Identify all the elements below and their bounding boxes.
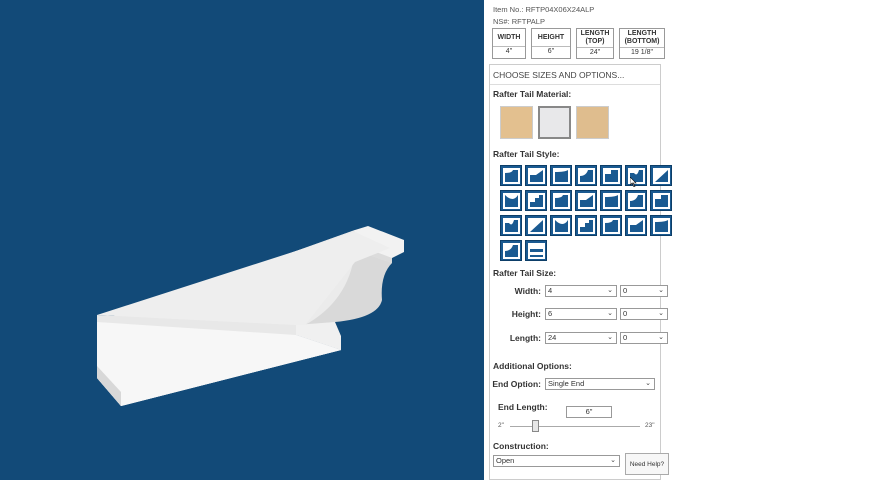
style-row	[500, 240, 672, 261]
options-header: CHOOSE SIZES AND OPTIONS...	[490, 65, 660, 85]
slider-min-label: 2"	[498, 422, 504, 429]
material-title: Rafter Tail Material:	[493, 89, 572, 99]
item-number: Item No.: RFTP04X06X24ALP	[493, 5, 595, 14]
rafter-profile-icon	[627, 217, 645, 234]
style-title: Rafter Tail Style:	[493, 149, 560, 159]
slider-max-label: 23"	[645, 422, 655, 429]
rafter-style-button[interactable]	[600, 190, 622, 211]
rafter-profile-icon	[502, 192, 520, 209]
rafter-profile-icon	[652, 167, 670, 184]
rafter-profile-icon	[602, 217, 620, 234]
rafter-profile-icon	[527, 242, 545, 259]
configuration-panel: Item No.: RFTP04X06X24ALP NS#: RFTPALP W…	[484, 0, 880, 480]
3d-preview-viewport[interactable]	[0, 0, 484, 480]
mouse-cursor-icon	[630, 177, 637, 187]
rafter-style-button[interactable]	[650, 215, 672, 236]
slider-track[interactable]	[510, 426, 640, 427]
chevron-down-icon: ⌄	[607, 310, 613, 317]
dim-length-top: LENGTH (TOP) 24"	[576, 28, 614, 59]
rafter-profile-icon	[577, 167, 595, 184]
additional-title: Additional Options:	[493, 361, 572, 371]
height-select[interactable]: 6 ⌄	[545, 308, 617, 320]
rafter-profile-icon	[527, 192, 545, 209]
material-swatch-light-tan[interactable]	[576, 106, 609, 139]
style-row	[500, 215, 672, 236]
rafter-profile-icon	[627, 192, 645, 209]
length-fraction-select[interactable]: 0 ⌄	[620, 332, 668, 344]
height-fraction-select[interactable]: 0 ⌄	[620, 308, 668, 320]
rafter-style-button[interactable]	[500, 240, 522, 261]
rafter-style-button[interactable]	[525, 190, 547, 211]
rafter-style-button[interactable]	[650, 190, 672, 211]
dim-length-bottom: LENGTH (BOTTOM) 19 1/8"	[619, 28, 665, 59]
chevron-down-icon: ⌄	[607, 287, 613, 294]
rafter-profile-icon	[577, 217, 595, 234]
chevron-down-icon: ⌄	[658, 334, 664, 341]
rafter-style-button[interactable]	[550, 165, 572, 186]
rafter-style-button[interactable]	[600, 215, 622, 236]
rafter-style-button[interactable]	[525, 165, 547, 186]
rafter-profile-icon	[502, 242, 520, 259]
style-row	[500, 165, 672, 186]
dimension-summary: WIDTH 4" HEIGHT 6" LENGTH (TOP) 24" LENG…	[492, 28, 665, 59]
chevron-down-icon: ⌄	[607, 334, 613, 341]
rafter-profile-icon	[602, 167, 620, 184]
construction-select[interactable]: Open ⌄	[493, 455, 620, 467]
construction-title: Construction:	[493, 441, 549, 451]
rafter-tail-3d-model	[97, 226, 404, 406]
width-select[interactable]: 4 ⌄	[545, 285, 617, 297]
rafter-profile-icon	[552, 192, 570, 209]
width-fraction-select[interactable]: 0 ⌄	[620, 285, 668, 297]
length-select[interactable]: 24 ⌄	[545, 332, 617, 344]
rafter-profile-icon	[552, 217, 570, 234]
rafter-style-button[interactable]	[500, 165, 522, 186]
size-title: Rafter Tail Size:	[493, 268, 557, 278]
end-length-label: End Length:	[498, 402, 548, 412]
material-swatch-white[interactable]	[538, 106, 571, 139]
rafter-profile-icon	[527, 167, 545, 184]
dim-width: WIDTH 4"	[492, 28, 526, 59]
material-swatches	[500, 106, 609, 139]
need-help-button[interactable]: Need Help?	[625, 453, 669, 475]
chevron-down-icon: ⌄	[645, 380, 651, 387]
rafter-profile-icon	[602, 192, 620, 209]
rafter-style-button[interactable]	[625, 190, 647, 211]
rafter-profile-icon	[652, 217, 670, 234]
end-option-select[interactable]: Single End ⌄	[545, 378, 655, 390]
chevron-down-icon: ⌄	[610, 457, 616, 464]
chevron-down-icon: ⌄	[658, 310, 664, 317]
dim-height: HEIGHT 6"	[531, 28, 571, 59]
rafter-profile-icon	[552, 167, 570, 184]
rafter-profile-icon	[502, 167, 520, 184]
rafter-profile-icon	[577, 192, 595, 209]
end-length-value[interactable]: 6"	[566, 406, 612, 418]
rafter-style-button[interactable]	[625, 215, 647, 236]
style-grid	[500, 165, 672, 265]
rafter-style-button[interactable]	[500, 190, 522, 211]
rafter-style-button[interactable]	[525, 215, 547, 236]
chevron-down-icon: ⌄	[658, 287, 664, 294]
rafter-style-button[interactable]	[550, 190, 572, 211]
rafter-style-button[interactable]	[575, 165, 597, 186]
slider-thumb[interactable]	[531, 420, 539, 432]
ns-number: NS#: RFTPALP	[493, 17, 545, 26]
material-swatch-tan[interactable]	[500, 106, 533, 139]
rafter-style-button[interactable]	[500, 215, 522, 236]
rafter-style-button[interactable]	[525, 240, 547, 261]
style-row	[500, 190, 672, 211]
rafter-style-button[interactable]	[600, 165, 622, 186]
rafter-profile-icon	[502, 217, 520, 234]
rafter-style-button[interactable]	[550, 215, 572, 236]
rafter-profile-icon	[527, 217, 545, 234]
rafter-style-button[interactable]	[575, 190, 597, 211]
end-length-slider[interactable]: 2" 23"	[495, 419, 660, 433]
rafter-profile-icon	[652, 192, 670, 209]
size-row-length: Length: 24 ⌄ 0 ⌄	[490, 332, 668, 344]
end-option-row: End Option: Single End ⌄	[490, 378, 655, 390]
options-box: CHOOSE SIZES AND OPTIONS... Rafter Tail …	[489, 64, 672, 480]
size-row-height: Height: 6 ⌄ 0 ⌄	[490, 308, 668, 320]
size-row-width: Width: 4 ⌄ 0 ⌄	[490, 285, 668, 297]
rafter-style-button[interactable]	[650, 165, 672, 186]
rafter-style-button[interactable]	[575, 215, 597, 236]
